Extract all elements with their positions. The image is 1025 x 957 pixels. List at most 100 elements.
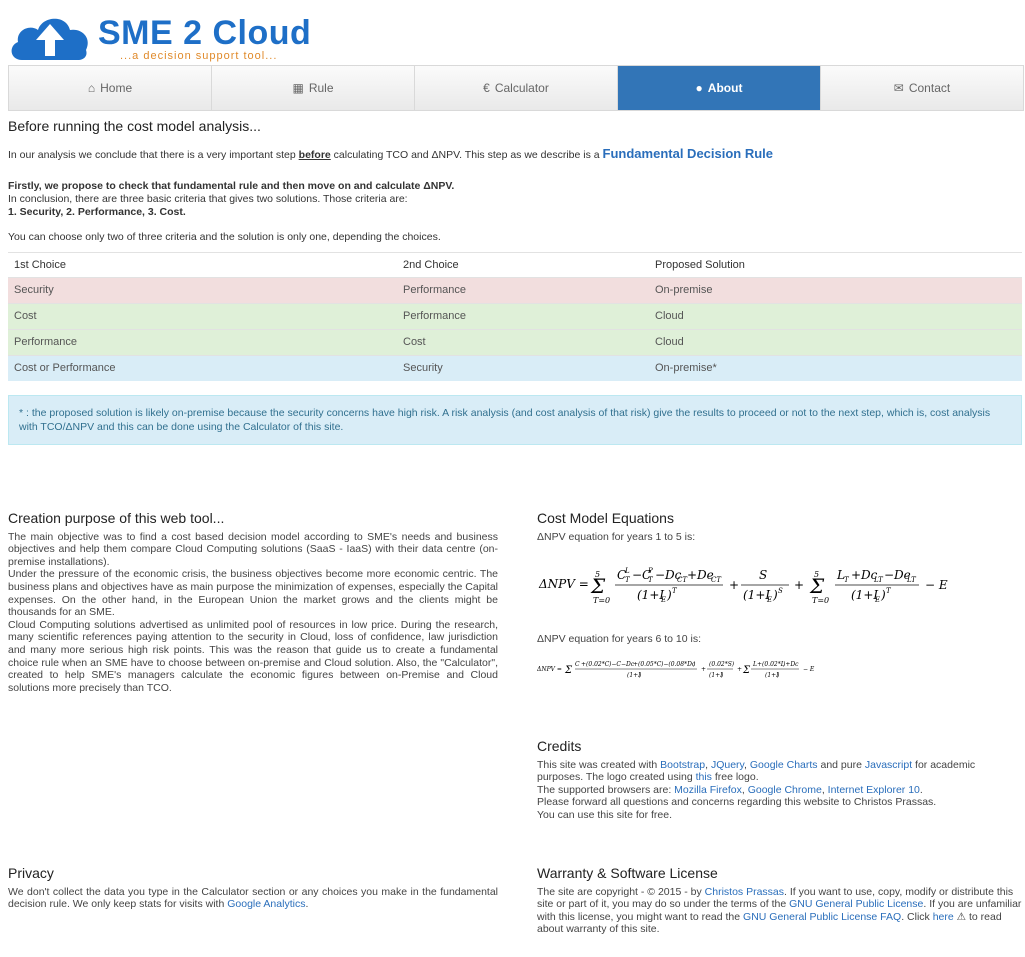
euro-icon: €: [483, 81, 490, 95]
svg-text:Σ: Σ: [742, 665, 751, 676]
bootstrap-link[interactable]: Bootstrap: [660, 759, 705, 771]
purpose-p1: The main objective was to find a cost ba…: [8, 530, 498, 568]
firefox-link[interactable]: Mozilla Firefox: [674, 784, 742, 796]
chrome-link[interactable]: Google Chrome: [748, 784, 822, 796]
tab-rule[interactable]: ▦ Rule: [212, 66, 415, 110]
intro-criteria: 1. Security, 2. Performance, 3. Cost.: [8, 206, 186, 218]
logo-brand: SME 2 Cloud: [98, 14, 312, 52]
svg-text:)+Dc: )+Dc: [782, 661, 799, 668]
logo-source-link[interactable]: this: [696, 771, 712, 783]
tab-calculator[interactable]: € Calculator: [415, 66, 618, 110]
table-cell: Cost or Performance: [8, 355, 397, 381]
info-icon: ●: [695, 81, 703, 95]
license-text-1: The site are copyright - © 2015 - by: [537, 885, 705, 898]
svg-text:+: +: [729, 578, 739, 592]
credits-section: Credits This site was created with Boots…: [537, 739, 1022, 822]
svg-text:Σ: Σ: [590, 574, 606, 598]
table-header: 1st Choice: [8, 252, 397, 278]
svg-text:CT: CT: [711, 576, 722, 584]
table-cell: Cloud: [649, 329, 1022, 356]
table-cell: Cost: [397, 329, 649, 356]
svg-text:Σ: Σ: [564, 665, 573, 676]
google-charts-link[interactable]: Google Charts: [750, 759, 818, 771]
tab-contact[interactable]: ✉ Contact: [821, 66, 1023, 110]
svg-text:T=0: T=0: [812, 596, 829, 605]
ie-link[interactable]: Internet Explorer 10: [828, 784, 920, 796]
gpl-faq-link[interactable]: GNU General Public License FAQ: [743, 911, 901, 923]
license-text: The site are copyright - © 2015 - by Chr…: [537, 886, 1022, 936]
warranty-here-link[interactable]: here: [933, 911, 954, 923]
intro-line2: Firstly, we propose to check that fundam…: [8, 180, 455, 192]
svg-text:T: T: [625, 576, 631, 584]
intro-section: Before running the cost model analysis..…: [8, 118, 1022, 445]
table-cell: Security: [8, 277, 397, 304]
fundamental-rule-link[interactable]: Fundamental Decision Rule: [603, 146, 773, 161]
svg-text:P: P: [647, 567, 653, 575]
intro-heading: Before running the cost model analysis..…: [8, 118, 261, 134]
intro-text-c: calculating TCO and ΔNPV. This step as w…: [330, 149, 603, 161]
credits-text-1: This site was created with: [537, 758, 661, 771]
author-link[interactable]: Christos Prassas: [705, 886, 784, 898]
svg-text:+: +: [794, 578, 804, 592]
svg-text:T=0: T=0: [593, 596, 610, 605]
svg-text:Σ: Σ: [809, 574, 825, 598]
equation-label-1: ΔNPV equation for years 1 to 5 is:: [537, 530, 696, 543]
table-cell: Cloud: [649, 303, 1022, 330]
intro-text-a: In our analysis we conclude that there i…: [8, 149, 299, 161]
npv-equation-1-image: ΔNPV = 5 Σ T=0 CLT −CPT −DcCT +DeCT (1+I…: [538, 567, 948, 605]
intro-before: before: [298, 149, 331, 161]
svg-text:(0.02*S): (0.02*S): [709, 661, 735, 668]
svg-text:E: E: [874, 596, 880, 604]
credits-text-6: You can use this site for free.: [537, 808, 673, 821]
tab-home[interactable]: ⌂ Home: [9, 66, 212, 110]
gpl-link[interactable]: GNU General Public License: [789, 898, 923, 910]
purpose-p3: Cloud Computing solutions advertised as …: [8, 618, 498, 694]
table-cell: Performance: [8, 329, 397, 356]
table-cell: Performance: [397, 303, 649, 330]
equation-label-2: ΔNPV equation for years 6 to 10 is:: [537, 633, 702, 646]
google-analytics-link[interactable]: Google Analytics: [227, 898, 305, 910]
svg-text:ΔNPV =: ΔNPV =: [537, 666, 562, 673]
table-row: Cost Performance Cloud: [8, 303, 1022, 330]
credits-text: This site was created with Bootstrap, JQ…: [537, 758, 976, 821]
purpose-section: Creation purpose of this web tool... The…: [8, 511, 498, 694]
license-heading: Warranty & Software License: [537, 865, 718, 881]
npv-equation-2-image: ΔNPV = Σ C +(0.02*C)−C −Dc+(0.05*C)−(0.08…: [537, 661, 815, 679]
table-cell: Cost: [8, 303, 397, 330]
credits-text-4: The supported browsers are:: [537, 783, 675, 796]
privacy-text: We don't collect the data you type in th…: [8, 885, 498, 911]
site-logo[interactable]: SME 2 Cloud ...a decision support tool..…: [8, 8, 328, 66]
svg-text:)−(0.08*Dc: )−(0.08*Dc: [660, 661, 696, 668]
jquery-link[interactable]: JQuery: [711, 759, 744, 771]
svg-text:T: T: [844, 576, 850, 584]
svg-text:): ): [776, 672, 780, 679]
svg-text:L: L: [624, 567, 630, 575]
tab-about-label: About: [707, 81, 743, 95]
tab-home-label: Home: [100, 81, 133, 95]
svg-text:): ): [692, 661, 696, 668]
svg-text:): ): [720, 672, 724, 679]
cloud-upload-icon: [11, 18, 88, 61]
table-row: Performance Cost Cloud: [8, 329, 1022, 356]
svg-text:− E: − E: [803, 666, 815, 673]
tab-about[interactable]: ● About: [618, 66, 821, 110]
svg-text:+(0.02*C: +(0.02*C: [581, 661, 610, 668]
svg-text:+: +: [737, 666, 742, 673]
decision-table: 1st Choice 2nd Choice Proposed Solution …: [8, 252, 1022, 381]
logo-tagline: ...a decision support tool...: [120, 50, 278, 62]
svg-text:S: S: [759, 568, 767, 582]
table-cell: Security: [397, 355, 649, 381]
svg-text:− E: − E: [925, 578, 948, 592]
svg-text:E: E: [660, 596, 666, 604]
javascript-link[interactable]: Javascript: [865, 759, 912, 771]
svg-text:S: S: [778, 587, 783, 595]
envelope-icon: ✉: [893, 81, 904, 95]
equations-section: Cost Model Equations ΔNPV equation for y…: [537, 511, 1022, 684]
svg-text:E: E: [766, 596, 772, 604]
table-row: Cost or Performance Security On-premise*: [8, 355, 1022, 381]
purpose-p2: Under the pressure of the economic crisi…: [8, 568, 498, 619]
privacy-heading: Privacy: [8, 865, 54, 881]
table-icon: ▦: [292, 81, 304, 95]
svg-text:+: +: [701, 666, 706, 673]
svg-text:ΔNPV =: ΔNPV =: [538, 577, 589, 591]
